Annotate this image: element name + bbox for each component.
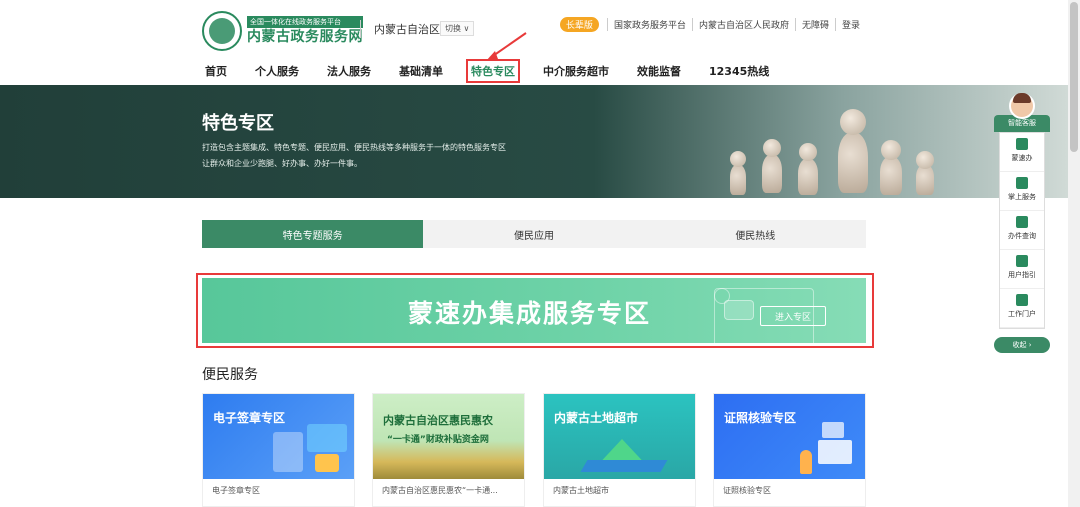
leaf-icon [1016,138,1028,150]
logo-tagline: 全国一体化在线政务服务平台 [247,16,363,28]
banner-description: 打造包含主题集成、特色专题、便民应用、便民热线等多种服务于一体的特色服务专区 让… [202,140,622,172]
card-label: 内蒙古自治区惠民惠农“一卡通... [382,486,498,495]
feature-title: 蒙速办集成服务专区 [408,299,652,328]
float-item-label: 蒙速办 [1011,154,1033,162]
main-nav: 首页 个人服务 法人服务 基础清单 特色专区 中介服务超市 效能监督 12345… [202,59,794,83]
float-user-guide[interactable]: 用户指引 [1000,250,1044,289]
banner-title: 特色专区 [202,113,274,134]
card-image-title: 内蒙古土地超市 [554,411,639,425]
banner-desc-line: 打造包含主题集成、特色专题、便民应用、便民热线等多种服务于一体的特色服务专区 [202,143,506,152]
license-verify-image: 证照核验专区 [714,394,865,479]
service-card[interactable]: 内蒙古自治区惠民惠农 “一卡通”财政补贴资金网 内蒙古自治区惠民惠农“一卡通..… [372,393,525,507]
service-card[interactable]: 证照核验专区 证照核验专区 [713,393,866,507]
float-item-label: 工作门户 [1008,310,1036,318]
nav-hotline[interactable]: 12345热线 [706,61,772,81]
collapse-button[interactable]: 收起 › [994,337,1050,353]
top-links: 长辈版 国家政务服务平台 内蒙古自治区人民政府 无障碍 登录 [559,17,866,32]
floating-service-panel: 智能客服 蒙速办 掌上服务 办件查询 用户指引 工作门户 收起 › [994,93,1050,353]
site-logo[interactable]: 全国一体化在线政务服务平台 内蒙古政务服务网 [202,11,363,51]
card-label: 电子签章专区 [212,486,260,495]
banner-desc-line: 让群众和企业少跑腿、好办事、办好一件事。 [202,159,362,168]
float-item-label: 掌上服务 [1008,193,1036,201]
service-card[interactable]: 内蒙古土地超市 内蒙古土地超市 [543,393,696,507]
card-image-subtitle: “一卡通”财政补贴资金网 [387,435,489,445]
float-work-portal[interactable]: 工作门户 [1000,289,1044,328]
link-accessibility[interactable]: 无障碍 [794,18,835,31]
page: 全国一体化在线政务服务平台 内蒙古政务服务网 内蒙古自治区 切换 ∨ 长辈版 国… [0,0,1080,507]
land-market-image: 内蒙古土地超市 [544,394,695,479]
nav-home[interactable]: 首页 [202,61,230,81]
region-name: 内蒙古自治区 [374,23,440,36]
annotation-arrow-icon [486,32,527,61]
card-image-title: 证照核验专区 [724,411,797,425]
float-item-label: 办件查询 [1008,232,1036,240]
guide-icon [1016,255,1028,267]
phone-icon [1016,177,1028,189]
service-card[interactable]: 电子签章专区 电子签章专区 [202,393,355,507]
enter-zone-button[interactable]: 进入专区 [760,306,826,326]
card-label: 内蒙古土地超市 [553,486,609,495]
tab-convenience-apps[interactable]: 便民应用 [423,220,645,248]
search-doc-icon [1016,216,1028,228]
float-mengsuban[interactable]: 蒙速办 [1000,133,1044,172]
nav-personal[interactable]: 个人服务 [252,61,302,81]
hero-banner: 特色专区 打造包含主题集成、特色专题、便民应用、便民热线等多种服务于一体的特色服… [0,85,1080,198]
nav-featured-zone[interactable]: 特色专区 [466,59,520,83]
login-link[interactable]: 登录 [834,18,866,31]
zone-tabs: 特色专题服务 便民应用 便民热线 [202,220,866,248]
mengsuban-zone-banner[interactable]: 蒙速办集成服务专区 进入专区 [202,278,866,343]
emblem-icon [202,11,242,51]
float-case-query[interactable]: 办件查询 [1000,211,1044,250]
section-title: 便民服务 [202,367,258,383]
link-gov[interactable]: 内蒙古自治区人民政府 [691,18,795,31]
float-item-label: 用户指引 [1008,271,1036,279]
nav-basic-list[interactable]: 基础清单 [396,61,446,81]
e-seal-image: 电子签章专区 [203,394,354,479]
portal-icon [1016,294,1028,306]
divider [360,20,361,38]
subsidy-image: 内蒙古自治区惠民惠农 “一卡通”财政补贴资金网 [373,394,524,479]
tab-convenience-hotline[interactable]: 便民热线 [644,220,866,248]
elder-version-button[interactable]: 长辈版 [559,17,599,32]
nav-legal[interactable]: 法人服务 [324,61,374,81]
card-image-title: 内蒙古自治区惠民惠农 [383,414,493,427]
nav-supervision[interactable]: 效能监督 [634,61,684,81]
scroll-thumb[interactable] [1070,2,1078,152]
tab-featured-services[interactable]: 特色专题服务 [202,220,424,248]
float-mobile-service[interactable]: 掌上服务 [1000,172,1044,211]
nav-agency-market[interactable]: 中介服务超市 [540,61,612,81]
card-image-title: 电子签章专区 [213,411,286,425]
card-label: 证照核验专区 [723,486,771,495]
scrollbar[interactable] [1068,0,1080,507]
region-switch-button[interactable]: 切换 ∨ [440,21,475,36]
logo-name: 内蒙古政务服务网 [247,29,363,45]
link-national-platform[interactable]: 国家政务服务平台 [606,18,692,31]
assistant-avatar-icon[interactable] [1009,93,1035,119]
